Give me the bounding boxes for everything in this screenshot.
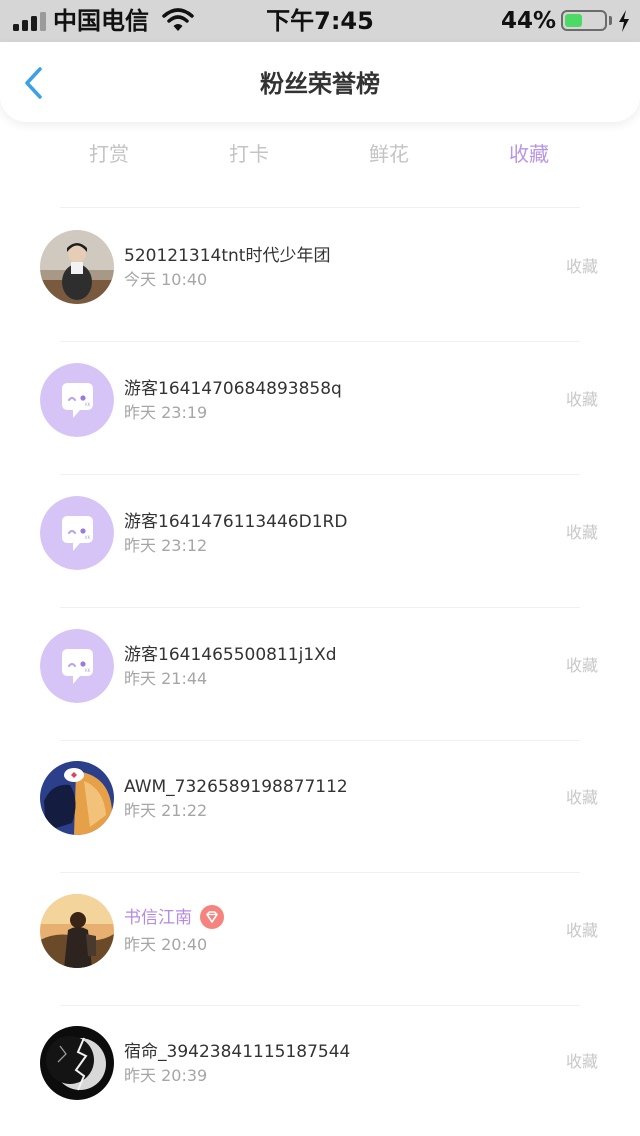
fan-name: 书信江南 (124, 908, 192, 928)
fan-name: 游客1641470684893858q (124, 379, 342, 399)
charging-bolt-icon (619, 10, 629, 32)
svg-text:KK: KK (85, 668, 91, 673)
fan-time: 昨天 23:19 (124, 403, 208, 422)
fan-action-label: 收藏 (565, 257, 598, 276)
fan-name: 游客1641476113446D1RD (124, 512, 348, 532)
fan-list-item[interactable]: KK 游客1641476113446D1RD 昨天 23:12 收藏 (0, 476, 640, 608)
list-divider (60, 207, 580, 208)
fan-name: 宿命_39423841115187544 (124, 1042, 351, 1062)
list-divider (60, 872, 580, 873)
tab-favorites[interactable]: 收藏 (469, 138, 589, 170)
photo-cartoon-avatar (40, 761, 114, 835)
tab-reward[interactable]: 打赏 (49, 138, 169, 170)
fan-list-item[interactable]: KK 游客1641465500811j1Xd 昨天 21:44 收藏 (0, 609, 640, 741)
diamond-badge-icon (200, 904, 224, 929)
list-divider (60, 607, 580, 608)
fan-time: 昨天 23:12 (124, 536, 208, 555)
fan-list-item[interactable]: AWM_7326589198877112 昨天 21:22 收藏 (0, 741, 640, 873)
battery-nub (609, 16, 612, 25)
fan-action-label: 收藏 (565, 921, 598, 940)
svg-text:KK: KK (85, 402, 91, 407)
photo-person-avatar (40, 230, 114, 304)
photo-moon-avatar (40, 1026, 114, 1100)
battery-level-fill (565, 14, 582, 27)
guest-chat-bubble-avatar: KK (40, 363, 114, 437)
chevron-left-icon (25, 67, 42, 99)
fan-action-label: 收藏 (565, 788, 598, 807)
fan-time: 昨天 20:40 (124, 935, 208, 954)
battery-percentage: 44% (501, 8, 557, 34)
fan-action-label: 收藏 (565, 523, 598, 542)
battery-icon (561, 10, 607, 31)
fan-time: 昨天 21:44 (124, 669, 208, 688)
guest-chat-bubble-avatar: KK (40, 629, 114, 703)
fan-action-label: 收藏 (565, 1052, 598, 1071)
tab-bar: 打赏 打卡 鲜花 收藏 (0, 138, 640, 178)
fan-list-item[interactable]: 520121314tnt时代少年团 今天 10:40 收藏 (0, 210, 640, 342)
back-button[interactable] (14, 62, 54, 102)
fan-name-line: 书信江南 (124, 904, 224, 930)
guest-chat-bubble-avatar: KK (40, 496, 114, 570)
fan-name: 520121314tnt时代少年团 (124, 246, 331, 266)
fan-list-item[interactable]: KK 游客1641470684893858q 昨天 23:19 收藏 (0, 343, 640, 475)
fan-time: 昨天 20:39 (124, 1066, 208, 1085)
fan-name: AWM_7326589198877112 (124, 777, 348, 797)
tab-flowers[interactable]: 鲜花 (329, 138, 449, 170)
fan-list-item[interactable]: 书信江南 昨天 20:40 收藏 (0, 874, 640, 1006)
list-divider (60, 474, 580, 475)
photo-sunset-avatar (40, 894, 114, 968)
fan-action-label: 收藏 (565, 656, 598, 675)
navigation-header: 粉丝荣誉榜 (0, 42, 640, 122)
fan-time: 昨天 21:22 (124, 801, 208, 820)
status-bar: 中国电信 下午7:45 44% (0, 0, 640, 42)
page-title: 粉丝荣誉榜 (260, 70, 380, 98)
fan-name: 游客1641465500811j1Xd (124, 645, 337, 665)
tab-checkin[interactable]: 打卡 (189, 138, 309, 170)
list-divider (60, 341, 580, 342)
svg-text:KK: KK (85, 535, 91, 540)
fan-action-label: 收藏 (565, 390, 598, 409)
fan-time: 今天 10:40 (124, 270, 208, 289)
fan-list-item[interactable]: 宿命_39423841115187544 昨天 20:39 收藏 (0, 1006, 640, 1136)
